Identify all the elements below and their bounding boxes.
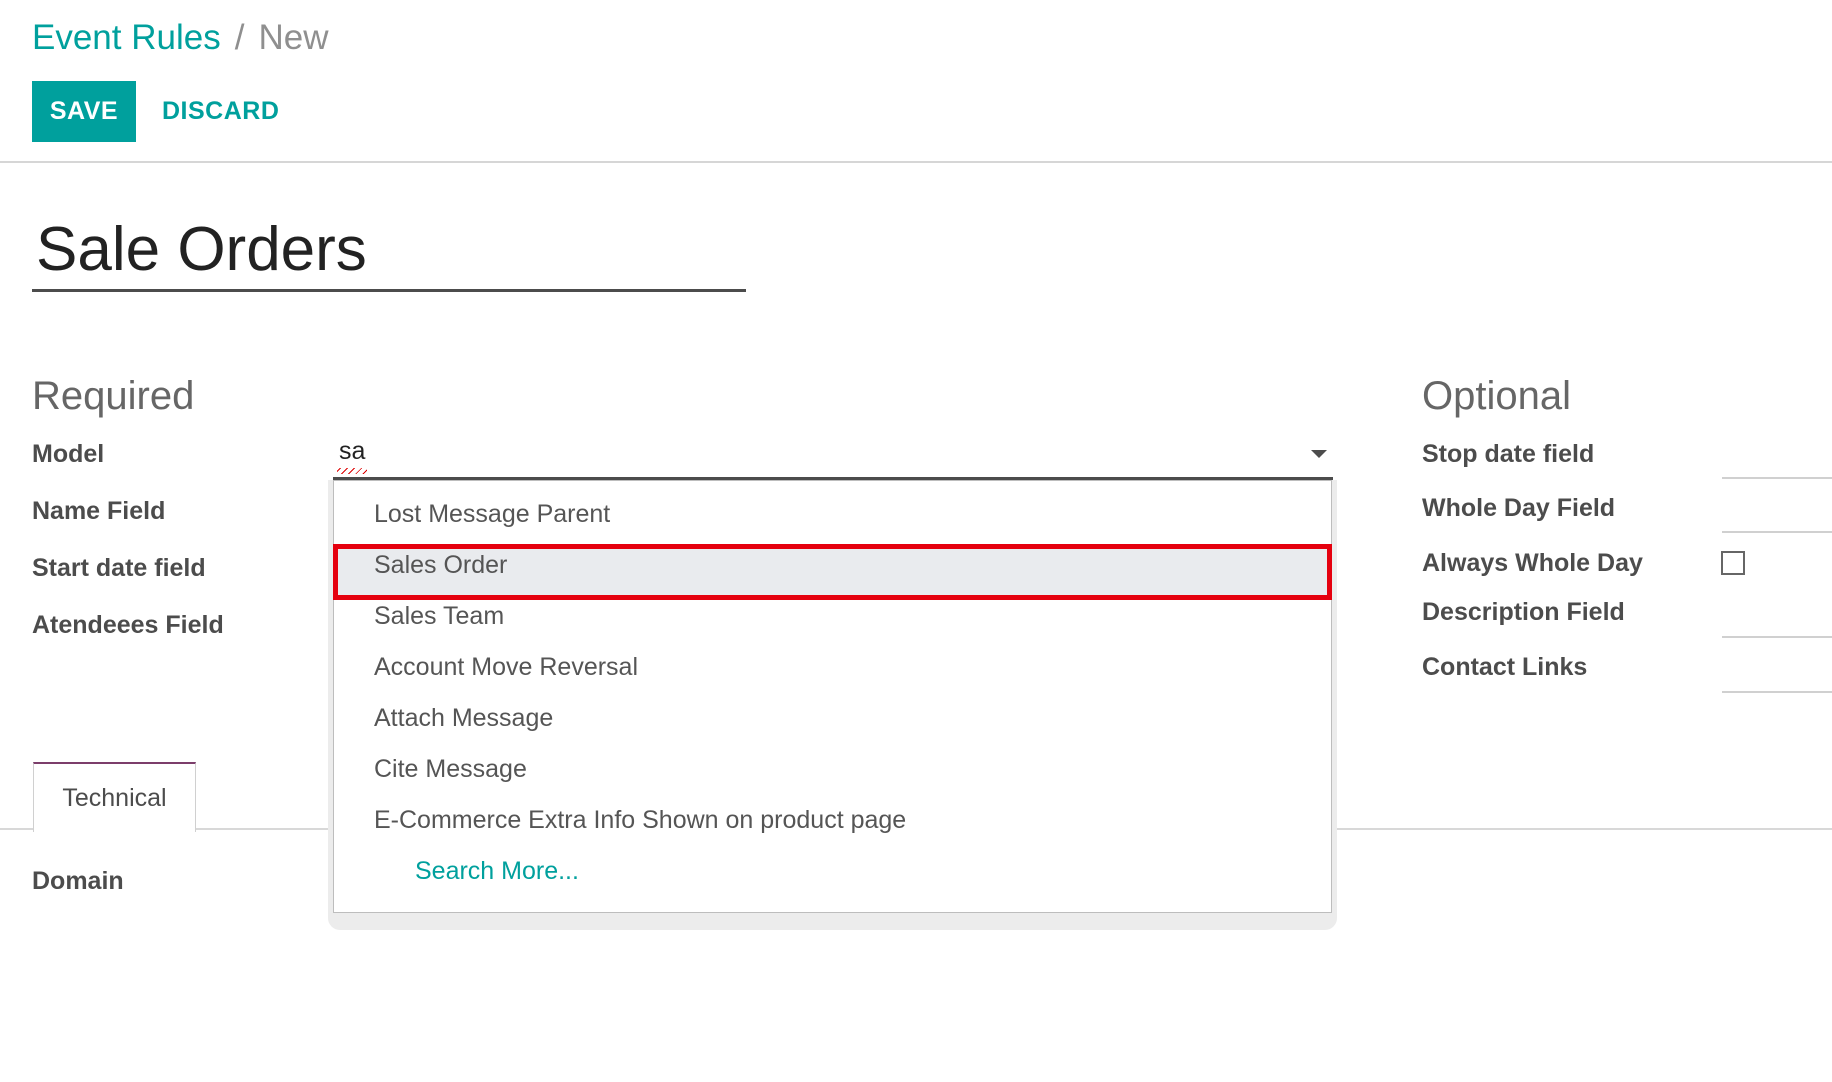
spellcheck-underline (337, 468, 367, 474)
domain-label: Domain (32, 867, 124, 895)
optional-section-title: Optional (1422, 374, 1571, 418)
start-date-field-label: Start date field (32, 554, 206, 582)
whole-day-field-label: Whole Day Field (1422, 494, 1616, 522)
model-input[interactable] (337, 436, 1241, 467)
save-button[interactable]: SAVE (32, 81, 136, 142)
caret-down-icon[interactable] (1311, 450, 1327, 458)
always-whole-day-label: Always Whole Day (1422, 549, 1643, 577)
stop-date-field-input[interactable] (1722, 477, 1832, 479)
rule-name-input[interactable] (32, 210, 746, 292)
breadcrumb-separator: / (234, 18, 245, 57)
search-more-link[interactable]: Search More... (415, 854, 579, 888)
whole-day-field-input[interactable] (1722, 531, 1832, 533)
dropdown-item[interactable]: Account Move Reversal (374, 650, 638, 684)
dropdown-item[interactable]: E-Commerce Extra Info Shown on product p… (374, 803, 906, 837)
stop-date-field-label: Stop date field (1422, 440, 1595, 468)
required-section-title: Required (32, 374, 195, 418)
dropdown-item-selected[interactable]: Sales Order (374, 548, 507, 582)
dropdown-item[interactable]: Attach Message (374, 701, 553, 735)
model-field[interactable] (333, 430, 1333, 480)
tab-technical[interactable]: Technical (33, 762, 196, 832)
model-autocomplete-dropdown: Lost Message Parent Sales Order Sales Te… (333, 480, 1332, 913)
breadcrumb-current: New (258, 18, 329, 57)
contact-links-input[interactable] (1722, 691, 1832, 693)
breadcrumb: Event Rules / New (32, 14, 328, 62)
discard-button[interactable]: DISCARD (162, 81, 279, 142)
header-divider (0, 161, 1832, 163)
dropdown-item[interactable]: Cite Message (374, 752, 527, 786)
breadcrumb-event-rules-link[interactable]: Event Rules (32, 18, 221, 57)
attendees-field-label: Atendeees Field (32, 611, 224, 639)
name-field-label: Name Field (32, 497, 166, 525)
contact-links-label: Contact Links (1422, 653, 1588, 681)
description-field-input[interactable] (1722, 636, 1832, 638)
description-field-label: Description Field (1422, 598, 1625, 626)
always-whole-day-checkbox[interactable] (1721, 551, 1745, 575)
dropdown-item[interactable]: Lost Message Parent (374, 497, 610, 531)
dropdown-item[interactable]: Sales Team (374, 599, 504, 633)
model-label: Model (32, 440, 105, 468)
